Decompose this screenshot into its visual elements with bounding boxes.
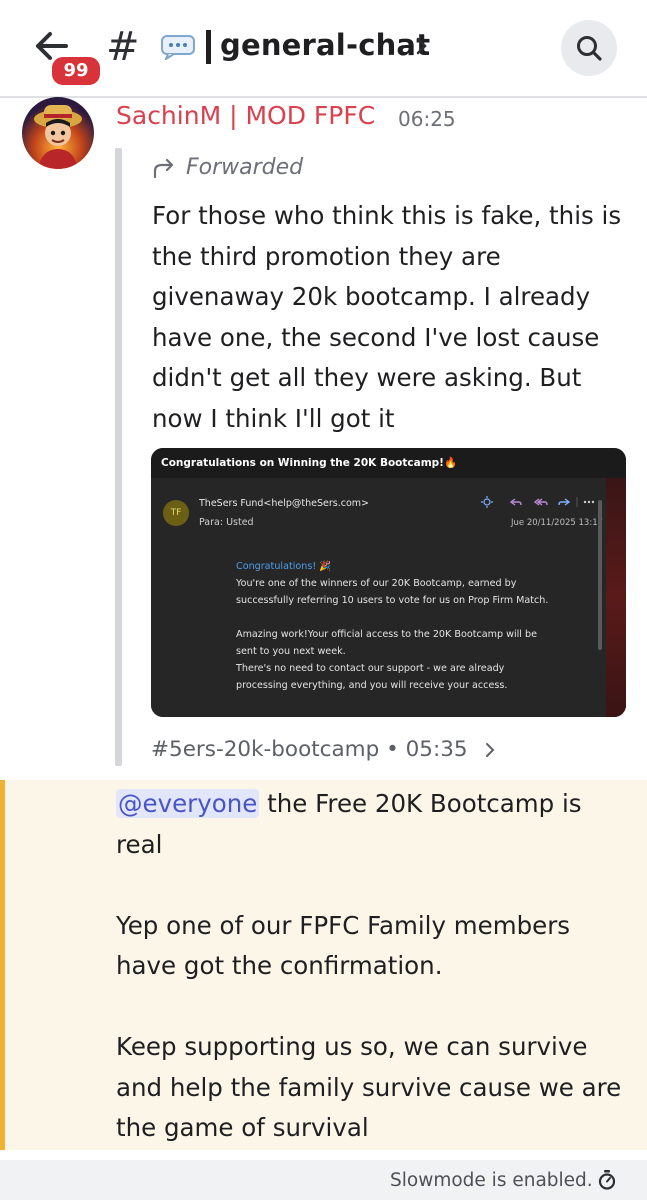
forwarded-text: Forwarded — [186, 155, 304, 180]
email-recipient: Para: Usted — [199, 517, 254, 528]
title-divider — [206, 30, 211, 64]
message-author[interactable]: SachinM | MOD FPFC — [116, 101, 375, 130]
email-congrats: Congratulations! — [236, 561, 317, 572]
email-subject-bar: Congratulations on Winning the 20K Bootc… — [151, 448, 626, 478]
channel-hash-icon: # — [106, 24, 140, 70]
email-line-2: Amazing work!Your official access to the… — [236, 629, 537, 657]
search-button[interactable] — [561, 20, 617, 76]
chevron-right-icon[interactable] — [484, 741, 496, 759]
message-paragraph-3: Keep supporting us so, we can survive an… — [116, 1032, 622, 1142]
message-text: @everyone the Free 20K Bootcamp is real … — [116, 784, 626, 1149]
timer-icon — [598, 1170, 616, 1190]
everyone-mention[interactable]: @everyone — [116, 789, 260, 818]
chevron-right-icon[interactable] — [414, 34, 430, 58]
slowmode-text: Slowmode is enabled. — [390, 1170, 593, 1191]
unread-badge: 99 — [49, 54, 103, 88]
email-subject: Congratulations on Winning the 20K Bootc… — [161, 457, 458, 469]
slowmode-bar: Slowmode is enabled. — [0, 1160, 647, 1200]
image-attachment[interactable]: Congratulations on Winning the 20K Bootc… — [151, 448, 626, 717]
channel-title[interactable]: general-chat — [220, 28, 430, 62]
avatar[interactable] — [22, 97, 94, 169]
email-scrollbar — [598, 500, 602, 650]
forwarded-message-text: For those who think this is fake, this i… — [152, 201, 622, 433]
chat-bubble-icon — [161, 35, 195, 60]
email-date: Jue 20/11/2025 13:17 — [511, 518, 604, 528]
channel-header: 99 # general-chat — [0, 0, 647, 98]
forward-arrow-icon — [153, 158, 174, 179]
forward-source-link[interactable]: #5ers-20k-bootcamp • 05:35 — [151, 737, 468, 762]
email-line-3: There's no need to contact our support -… — [236, 663, 508, 691]
sender-avatar: TF — [163, 500, 189, 526]
message-paragraph-2: Yep one of our FPFC Family members have … — [116, 910, 571, 981]
party-emoji: 🎉 — [319, 561, 332, 572]
email-body: Congratulations! 🎉 You're one of the win… — [236, 558, 556, 694]
email-sender: TheSers Fund<help@theSers.com> — [199, 498, 370, 509]
email-line-1: You're one of the winners of our 20K Boo… — [236, 578, 549, 606]
search-icon — [577, 36, 602, 61]
forward-quote-bar — [115, 148, 122, 766]
mention-highlight-bar — [0, 780, 5, 1150]
email-action-icons — [481, 496, 595, 508]
message-timestamp: 06:25 — [398, 107, 456, 131]
email-background-edge — [606, 478, 626, 717]
highlighted-message: @everyone the Free 20K Bootcamp is real … — [0, 780, 647, 1150]
